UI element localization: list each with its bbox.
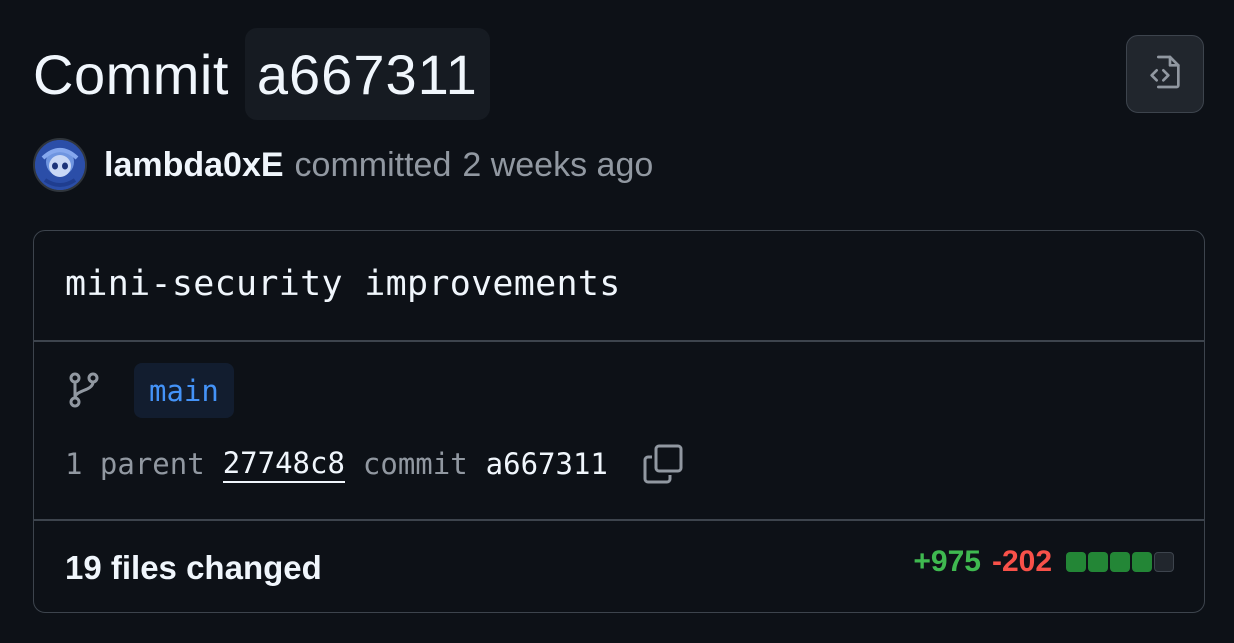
diff-stats: +975 -202 (913, 545, 1174, 579)
relative-time: 2 weeks ago (462, 145, 654, 184)
files-changed-count: 19 files changed (65, 549, 322, 586)
committed-label: committed (294, 145, 452, 184)
page-title: Commit (33, 42, 229, 106)
author-line: lambda0xE committed 2 weeks ago (33, 138, 653, 192)
deletions-count: -202 (991, 545, 1052, 578)
branch-link[interactable]: main (134, 363, 234, 418)
commit-header: Commit a667311 (33, 28, 490, 120)
divider (34, 519, 1204, 521)
commit-message: mini-security improvements (65, 264, 621, 304)
commit-sha-title: a667311 (244, 28, 490, 120)
diffstat-block-added (1088, 552, 1108, 572)
divider (34, 340, 1204, 342)
author-name-link[interactable]: lambda0xE (104, 146, 284, 185)
git-branch-icon (67, 371, 101, 414)
browse-files-button[interactable] (1126, 35, 1204, 113)
copy-icon[interactable] (642, 443, 684, 485)
avatar[interactable] (33, 138, 87, 192)
diffstat-block-added (1132, 552, 1152, 572)
commit-label: commit (362, 447, 468, 481)
commit-meta-row: 1 parent 27748c8 commit a667311 (65, 444, 684, 484)
additions-count: +975 (913, 545, 981, 578)
parent-sha-link[interactable]: 27748c8 (222, 446, 345, 483)
diffstat-block-neutral (1154, 552, 1174, 572)
diffstat-blocks (1064, 552, 1174, 572)
diffstat-block-added (1110, 552, 1130, 572)
diffstat-block-added (1066, 552, 1086, 572)
full-commit-sha: a667311 (485, 447, 608, 481)
commit-page: Commit a667311 lambda0xE committed 2 wee… (0, 0, 1234, 643)
file-code-icon (1145, 52, 1185, 97)
parent-count-label: 1 parent (65, 447, 205, 481)
commit-details-box: mini-security improvements main 1 parent… (33, 230, 1205, 613)
